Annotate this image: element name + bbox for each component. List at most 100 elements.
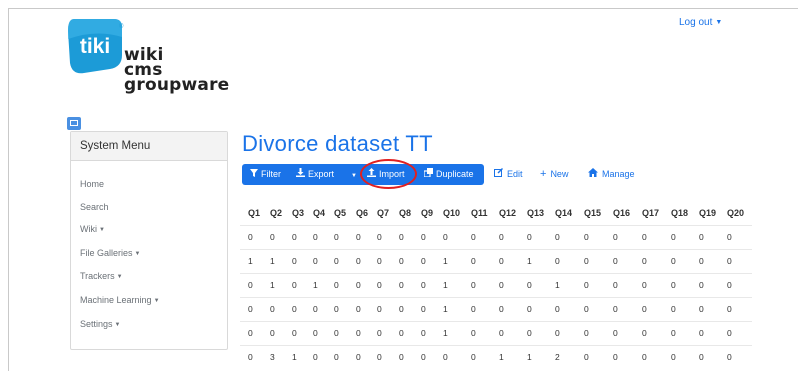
table-cell: 0 [699,304,704,314]
table-cell: 0 [356,256,361,266]
column-header[interactable]: Q8 [399,202,411,225]
new-button[interactable]: + New [540,164,568,185]
sidebar-item-wiki[interactable]: Wiki ▼ [80,224,105,234]
table-cell: 3 [270,352,275,362]
column-header[interactable]: Q9 [421,202,433,225]
column-header[interactable]: Q2 [270,202,282,225]
table-row[interactable]: 0 0 0 0 0 0 0 0 0 0 0 0 0 0 0 0 0 0 0 0 [240,225,752,249]
table-cell: 0 [421,280,426,290]
column-header[interactable]: Q12 [499,202,516,225]
caret-down-icon: ▼ [351,173,357,179]
column-header[interactable]: Q14 [555,202,572,225]
table-cell: 1 [313,280,318,290]
table-cell: 1 [555,280,560,290]
table-cell: 0 [584,256,589,266]
manage-button[interactable]: Manage [588,164,635,185]
sidebar-item-file-galleries[interactable]: File Galleries ▼ [80,248,140,258]
column-header[interactable]: Q6 [356,202,368,225]
column-header[interactable]: Q18 [671,202,688,225]
table-row[interactable]: 1 1 0 0 0 0 0 0 0 1 0 0 1 0 0 0 0 0 0 0 [240,249,752,273]
column-header[interactable]: Q7 [377,202,389,225]
table-cell: 0 [292,232,297,242]
column-header[interactable]: Q3 [292,202,304,225]
table-cell: 0 [421,304,426,314]
import-button[interactable]: Import [367,164,405,185]
table-cell: 0 [248,352,253,362]
table-row[interactable]: 0 0 0 0 0 0 0 0 0 1 0 0 0 0 0 0 0 0 0 0 [240,297,752,321]
export-button[interactable]: Export [296,164,334,185]
column-header[interactable]: Q19 [699,202,716,225]
table-cell: 0 [727,232,732,242]
table-cell: 0 [248,304,253,314]
table-cell: 0 [555,328,560,338]
table-cell: 0 [334,256,339,266]
table-cell: 0 [699,352,704,362]
column-header[interactable]: Q10 [443,202,460,225]
table-cell: 0 [377,304,382,314]
table-row[interactable]: 0 3 1 0 0 0 0 0 0 0 0 1 1 2 0 0 0 0 0 0 [240,345,752,369]
table-cell: 1 [270,256,275,266]
column-header[interactable]: Q16 [613,202,630,225]
sidebar-item-label: Search [80,202,109,212]
logout-label: Log out [679,17,713,28]
table-cell: 0 [527,280,532,290]
table-cell: 0 [356,352,361,362]
module-toggle-icon[interactable] [67,117,81,130]
table-cell: 0 [584,328,589,338]
table-cell: 1 [443,280,448,290]
filter-button[interactable]: Filter [250,164,281,185]
table-cell: 0 [555,232,560,242]
export-dropdown-toggle[interactable]: ▼ [351,164,357,185]
tracker-action-group: Filter Export ▼ Import Duplicate [242,164,484,185]
sidebar-item-trackers[interactable]: Trackers ▼ [80,271,123,281]
table-cell: 0 [527,328,532,338]
edit-button[interactable]: Edit [494,164,523,185]
table-cell: 0 [270,304,275,314]
table-cell: 0 [377,232,382,242]
column-header[interactable]: Q11 [471,202,488,225]
sidebar-item-search[interactable]: Search [80,202,109,212]
column-header[interactable]: Q4 [313,202,325,225]
table-header-row: Q1 Q2 Q3 Q4 Q5 Q6 Q7 Q8 Q9 Q10 Q11 Q12 Q13 Q14 Q15 Q16 Q… [240,202,752,225]
sidebar-item-machine-learning[interactable]: Machine Learning ▼ [80,295,160,305]
table-cell: 0 [313,232,318,242]
caret-down-icon: ▼ [134,251,141,257]
table-cell: 0 [727,352,732,362]
table-cell: 0 [642,256,647,266]
table-cell: 0 [555,304,560,314]
column-header[interactable]: Q17 [642,202,659,225]
sidebar-item-settings[interactable]: Settings ▼ [80,319,120,329]
table-cell: 1 [527,352,532,362]
column-header[interactable]: Q20 [727,202,744,225]
table-cell: 0 [499,232,504,242]
table-cell: 1 [292,352,297,362]
table-cell: 0 [356,304,361,314]
tiki-logo[interactable]: tiki ® wiki cms groupware [66,15,229,105]
table-cell: 0 [356,328,361,338]
table-cell: 1 [443,304,448,314]
caret-down-icon: ▼ [715,19,723,26]
new-label: New [550,169,569,179]
table-cell: 0 [699,280,704,290]
manage-label: Manage [602,169,635,179]
home-icon [588,164,598,185]
import-label: Import [379,169,405,179]
table-cell: 0 [499,280,504,290]
table-row[interactable]: 0 0 0 0 0 0 0 0 0 1 0 0 0 0 0 0 0 0 0 0 [240,321,752,345]
table-cell: 0 [613,256,618,266]
logout-dropdown[interactable]: Log out ▼ [679,17,722,28]
table-cell: 0 [248,280,253,290]
tracker-items-table: Q1 Q2 Q3 Q4 Q5 Q6 Q7 Q8 Q9 Q10 Q11 Q12 Q13 Q14 Q15 Q16 Q… [240,202,752,369]
table-cell: 0 [613,280,618,290]
column-header[interactable]: Q13 [527,202,544,225]
table-cell: 0 [499,328,504,338]
table-row[interactable]: 0 1 0 1 0 0 0 0 0 1 0 0 0 1 0 0 0 0 0 0 [240,273,752,297]
table-cell: 0 [671,232,676,242]
column-header[interactable]: Q15 [584,202,601,225]
duplicate-button[interactable]: Duplicate [423,164,474,185]
column-header[interactable]: Q5 [334,202,346,225]
sidebar-item-home[interactable]: Home [80,179,104,189]
table-cell: 0 [671,280,676,290]
column-header[interactable]: Q1 [248,202,260,225]
table-cell: 0 [671,304,676,314]
